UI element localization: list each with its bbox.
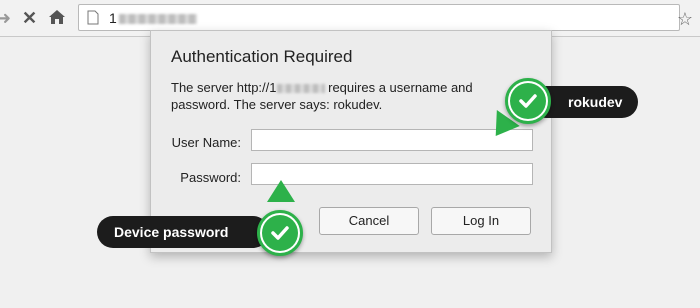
url-prefix: 1: [109, 10, 117, 26]
username-callout-label: rokudev: [568, 94, 623, 110]
password-label: Password:: [180, 170, 241, 185]
url-text: 1: [109, 10, 197, 26]
password-pointer: [267, 180, 295, 202]
check-icon: [262, 215, 298, 251]
check-icon: [510, 83, 546, 119]
server-redacted: [276, 84, 325, 94]
password-check-badge: [257, 210, 303, 256]
cancel-button[interactable]: Cancel: [319, 207, 419, 235]
dialog-title: Authentication Required: [171, 47, 353, 66]
url-redacted: [118, 14, 197, 25]
star-icon[interactable]: ☆: [677, 9, 693, 30]
message-prefix: The server http://1: [171, 80, 277, 95]
password-callout: Device password: [97, 216, 269, 248]
stop-icon[interactable]: ✕: [22, 8, 37, 28]
login-button[interactable]: Log In: [431, 207, 531, 235]
username-label: User Name:: [171, 135, 241, 150]
username-check-badge: [505, 78, 551, 124]
address-bar[interactable]: 1 ☆: [78, 4, 693, 31]
home-icon[interactable]: [48, 8, 66, 30]
page-icon: [87, 10, 99, 30]
back-arrow-icon[interactable]: ➜: [0, 8, 11, 28]
dialog-message: The server http://1 requires a username …: [171, 79, 511, 113]
password-callout-label: Device password: [114, 224, 229, 240]
